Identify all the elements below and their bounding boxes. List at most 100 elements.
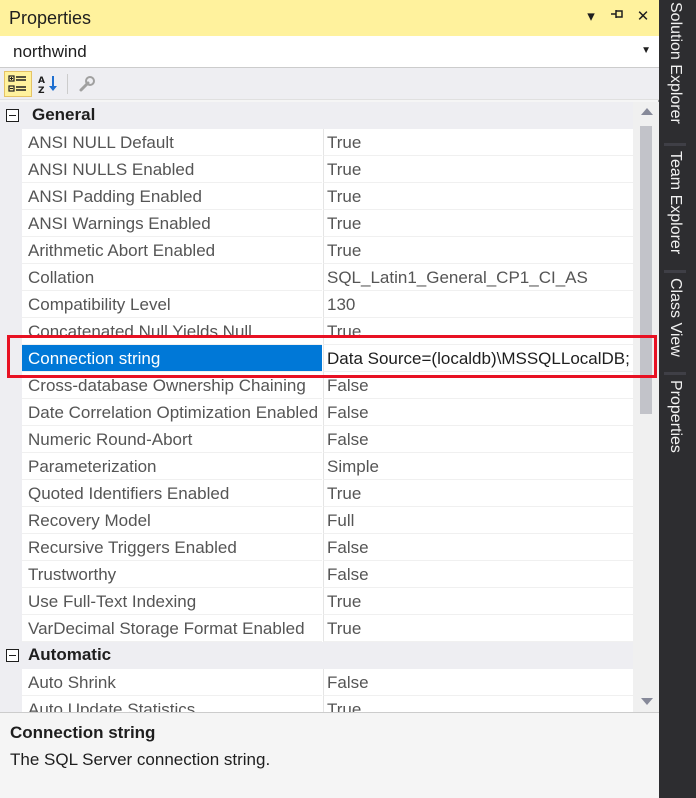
property-name[interactable]: Numeric Round-Abort	[22, 426, 322, 453]
property-name[interactable]: VarDecimal Storage Format Enabled	[22, 615, 322, 642]
property-row[interactable]: Compatibility Level 130	[0, 291, 633, 318]
property-value[interactable]: SQL_Latin1_General_CP1_CI_AS	[323, 264, 633, 291]
property-pages-button[interactable]	[73, 71, 101, 97]
property-value[interactable]: True	[323, 318, 633, 345]
object-selector-dropdown[interactable]: northwind ▼	[0, 36, 659, 68]
property-name[interactable]: Compatibility Level	[22, 291, 322, 318]
property-row[interactable]: Auto Update Statistics True	[0, 696, 633, 712]
property-value[interactable]: True	[323, 480, 633, 507]
property-value[interactable]: True	[323, 615, 633, 642]
property-value[interactable]: True	[323, 588, 633, 615]
property-name[interactable]: Use Full-Text Indexing	[22, 588, 322, 615]
property-row[interactable]: Use Full-Text Indexing True	[0, 588, 633, 615]
description-title: Connection string	[10, 723, 156, 742]
property-value[interactable]: True	[323, 210, 633, 237]
property-name[interactable]: Auto Shrink	[22, 669, 322, 696]
property-name[interactable]: Recovery Model	[22, 507, 322, 534]
tab-class-view[interactable]: Class View	[662, 278, 688, 357]
vertical-scrollbar[interactable]	[633, 102, 659, 712]
collapse-icon[interactable]	[6, 649, 19, 662]
property-name[interactable]: ANSI NULL Default	[22, 129, 322, 156]
property-row[interactable]: Recovery Model Full	[0, 507, 633, 534]
toolbar-separator	[67, 73, 68, 94]
property-value[interactable]: True	[323, 183, 633, 210]
tab-label: Class View	[667, 278, 684, 357]
wrench-icon	[79, 75, 95, 91]
property-row-selected[interactable]: Connection string Data Source=(localdb)\…	[0, 345, 633, 372]
property-name[interactable]: Arithmetic Abort Enabled	[22, 237, 322, 264]
property-row[interactable]: Arithmetic Abort Enabled True	[0, 237, 633, 264]
property-value[interactable]: 130	[323, 291, 633, 318]
side-tab-strip: Solution Explorer Team Explorer Class Vi…	[660, 0, 696, 798]
tab-label: Properties	[667, 380, 684, 453]
categorized-button[interactable]	[4, 70, 32, 97]
description-panel: Connection string The SQL Server connect…	[0, 712, 659, 798]
object-selector-value: northwind	[13, 41, 87, 61]
property-value[interactable]: Data Source=(localdb)\MSSQLLocalDB;	[323, 345, 633, 372]
property-name[interactable]: Cross-database Ownership Chaining	[22, 372, 322, 399]
properties-title-bar[interactable]: Properties ▾ ✕	[0, 0, 659, 36]
alphabetical-button[interactable]: A Z	[34, 71, 62, 97]
property-name[interactable]: Auto Update Statistics	[22, 696, 322, 712]
property-value[interactable]: False	[323, 372, 633, 399]
property-name[interactable]: Trustworthy	[22, 561, 322, 588]
property-row[interactable]: Collation SQL_Latin1_General_CP1_CI_AS	[0, 264, 633, 291]
property-row[interactable]: Recursive Triggers Enabled False	[0, 534, 633, 561]
property-value[interactable]: True	[323, 237, 633, 264]
property-name[interactable]: Date Correlation Optimization Enabled	[22, 399, 322, 426]
property-value[interactable]: True	[323, 129, 633, 156]
property-name[interactable]: ANSI Warnings Enabled	[22, 210, 322, 237]
property-row[interactable]: Numeric Round-Abort False	[0, 426, 633, 453]
tab-properties[interactable]: Properties	[662, 380, 688, 453]
properties-toolbar: A Z	[0, 68, 659, 100]
property-row[interactable]: ANSI NULL Default True	[0, 129, 633, 156]
property-value[interactable]: False	[323, 561, 633, 588]
property-row[interactable]: Parameterization Simple	[0, 453, 633, 480]
property-name[interactable]: ANSI NULLS Enabled	[22, 156, 322, 183]
property-value[interactable]: False	[323, 426, 633, 453]
property-value[interactable]: True	[323, 156, 633, 183]
property-name[interactable]: Connection string	[22, 345, 322, 372]
property-name[interactable]: Parameterization	[22, 453, 322, 480]
property-row[interactable]: Auto Shrink False	[0, 669, 633, 696]
sort-alphabetical-icon: A Z	[38, 75, 57, 94]
window-position-dropdown-icon[interactable]: ▾	[583, 6, 599, 28]
property-name[interactable]: Quoted Identifiers Enabled	[22, 480, 322, 507]
category-label: General	[32, 105, 96, 124]
property-value[interactable]: Simple	[323, 453, 633, 480]
property-name[interactable]: ANSI Padding Enabled	[22, 183, 322, 210]
category-general[interactable]: General	[0, 102, 633, 129]
property-row[interactable]: Quoted Identifiers Enabled True	[0, 480, 633, 507]
dropdown-arrow-icon[interactable]: ▼	[641, 45, 651, 56]
property-name[interactable]: Recursive Triggers Enabled	[22, 534, 322, 561]
property-row[interactable]: Date Correlation Optimization Enabled Fa…	[0, 399, 633, 426]
tab-solution-explorer[interactable]: Solution Explorer	[662, 2, 688, 124]
property-name[interactable]: Collation	[22, 264, 322, 291]
tab-label: Solution Explorer	[667, 2, 684, 124]
property-value[interactable]: True	[323, 696, 633, 712]
svg-text:Z: Z	[38, 86, 45, 94]
scroll-up-arrow-icon[interactable]	[641, 108, 653, 115]
tab-label: Team Explorer	[667, 151, 684, 255]
property-value[interactable]: Full	[323, 507, 633, 534]
collapse-icon[interactable]	[6, 109, 19, 122]
property-row[interactable]: Cross-database Ownership Chaining False	[0, 372, 633, 399]
scroll-down-arrow-icon[interactable]	[641, 698, 653, 705]
property-value[interactable]: False	[323, 399, 633, 426]
property-row[interactable]: ANSI NULLS Enabled True	[0, 156, 633, 183]
tab-team-explorer[interactable]: Team Explorer	[662, 151, 688, 254]
categorized-icon	[8, 74, 26, 92]
property-name[interactable]: Concatenated Null Yields Null	[22, 318, 322, 345]
property-row[interactable]: VarDecimal Storage Format Enabled True	[0, 615, 633, 642]
property-row[interactable]: Concatenated Null Yields Null True	[0, 318, 633, 345]
close-icon[interactable]: ✕	[635, 6, 651, 28]
category-automatic[interactable]: Automatic	[0, 642, 633, 669]
property-value[interactable]: False	[323, 669, 633, 696]
property-row[interactable]: ANSI Padding Enabled True	[0, 183, 633, 210]
property-value[interactable]: False	[323, 534, 633, 561]
property-row[interactable]: ANSI Warnings Enabled True	[0, 210, 633, 237]
scrollbar-thumb[interactable]	[640, 126, 652, 414]
pin-icon[interactable]	[609, 6, 625, 28]
property-row[interactable]: Trustworthy False	[0, 561, 633, 588]
window-controls: ▾ ✕	[583, 6, 651, 28]
